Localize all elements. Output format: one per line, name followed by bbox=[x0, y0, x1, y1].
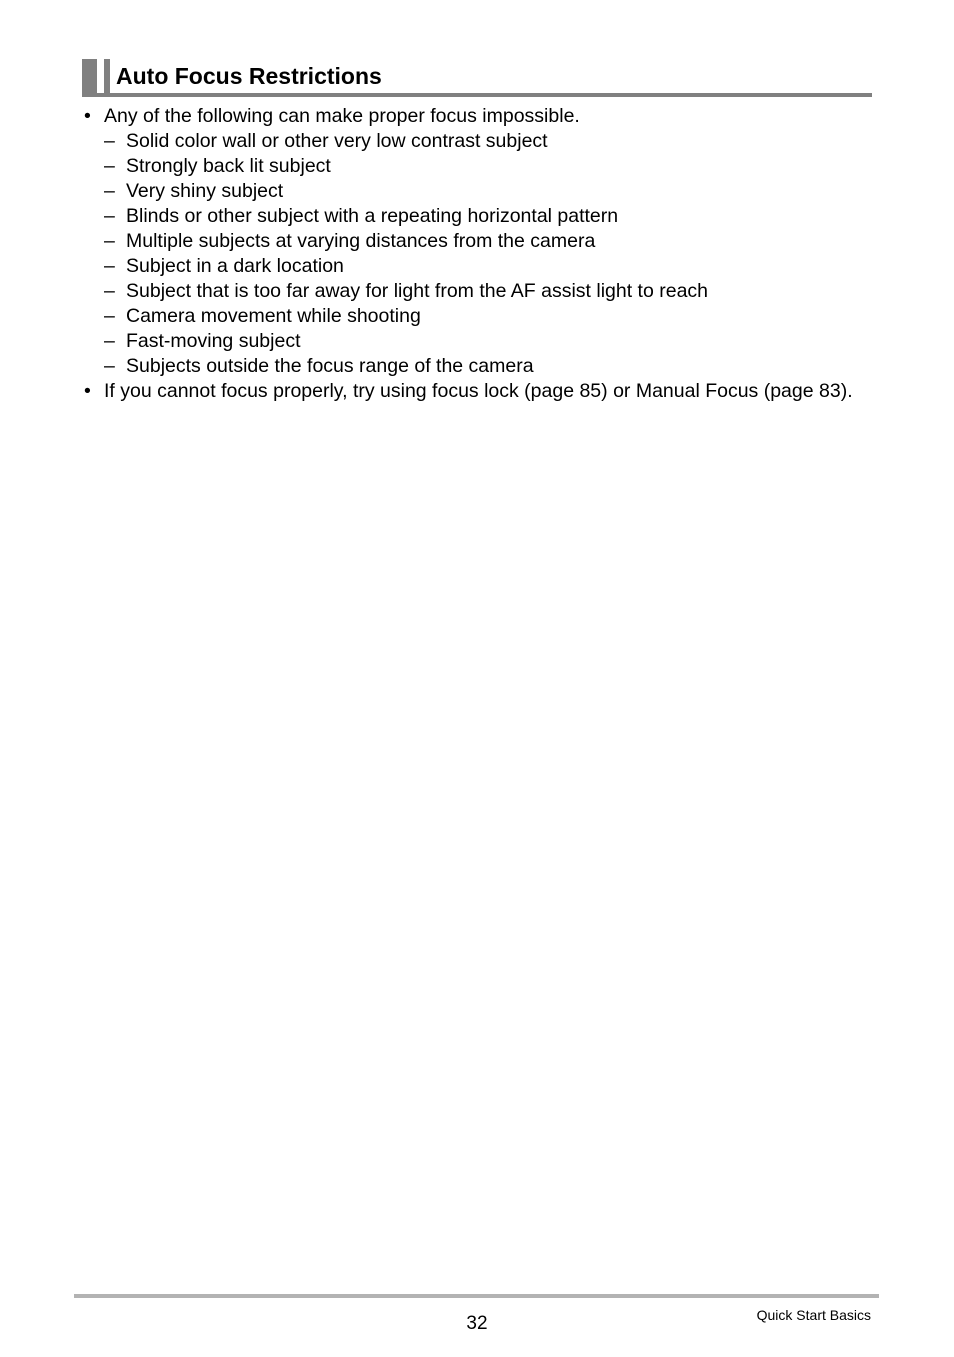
list-item: • If you cannot focus properly, try usin… bbox=[84, 379, 889, 404]
sub-list-item: – Camera movement while shooting bbox=[84, 304, 884, 329]
sub-list-item-text: Subject in a dark location bbox=[126, 255, 344, 277]
dash-mark: – bbox=[104, 330, 115, 352]
section-title: Auto Focus Restrictions bbox=[116, 63, 382, 89]
dash-mark: – bbox=[104, 305, 115, 327]
header-bar-decoration bbox=[82, 59, 97, 97]
sub-list-item: – Solid color wall or other very low con… bbox=[84, 129, 884, 154]
sub-list-item-text: Multiple subjects at varying distances f… bbox=[126, 230, 596, 252]
dash-mark: – bbox=[104, 230, 115, 252]
dash-mark: – bbox=[104, 255, 115, 277]
sub-list-item: – Very shiny subject bbox=[84, 179, 884, 204]
list-item: • Any of the following can make proper f… bbox=[84, 104, 884, 129]
sub-list-item: – Multiple subjects at varying distances… bbox=[84, 229, 884, 254]
footer-rule bbox=[74, 1294, 879, 1298]
sub-list-item: – Subject that is too far away for light… bbox=[84, 279, 884, 304]
footer-section-name: Quick Start Basics bbox=[756, 1307, 871, 1323]
dash-mark: – bbox=[104, 280, 115, 302]
sub-list-item-text: Strongly back lit subject bbox=[126, 155, 331, 177]
sub-list-item-text: Subject that is too far away for light f… bbox=[126, 280, 709, 302]
sub-list-item-text: Blinds or other subject with a repeating… bbox=[126, 205, 619, 227]
bullet-mark: • bbox=[84, 105, 91, 127]
sub-list-item-text: Fast-moving subject bbox=[126, 330, 301, 352]
sub-list-item: – Strongly back lit subject bbox=[84, 154, 884, 179]
sub-list-item: – Fast-moving subject bbox=[84, 329, 884, 354]
sub-list-item-text: Very shiny subject bbox=[126, 180, 284, 202]
dash-mark: – bbox=[104, 355, 115, 377]
dash-mark: – bbox=[104, 130, 115, 152]
content-list: • Any of the following can make proper f… bbox=[84, 104, 884, 404]
header-bar-decoration-thin bbox=[104, 59, 110, 97]
dash-mark: – bbox=[104, 180, 115, 202]
sub-list-item-text: Subjects outside the focus range of the … bbox=[126, 355, 534, 377]
dash-mark: – bbox=[104, 205, 115, 227]
sub-list-item-text: Solid color wall or other very low contr… bbox=[126, 130, 548, 152]
bullet-mark: • bbox=[84, 380, 91, 402]
sub-list-item: – Blinds or other subject with a repeati… bbox=[84, 204, 884, 229]
sub-list-item: – Subject in a dark location bbox=[84, 254, 884, 279]
dash-mark: – bbox=[104, 155, 115, 177]
list-item-text: If you cannot focus properly, try using … bbox=[104, 380, 853, 402]
sub-list-item: – Subjects outside the focus range of th… bbox=[84, 354, 884, 379]
header-underline bbox=[82, 93, 872, 97]
sub-list-item-text: Camera movement while shooting bbox=[126, 305, 421, 327]
section-header: Auto Focus Restrictions bbox=[82, 59, 872, 97]
list-item-text: Any of the following can make proper foc… bbox=[104, 105, 580, 127]
